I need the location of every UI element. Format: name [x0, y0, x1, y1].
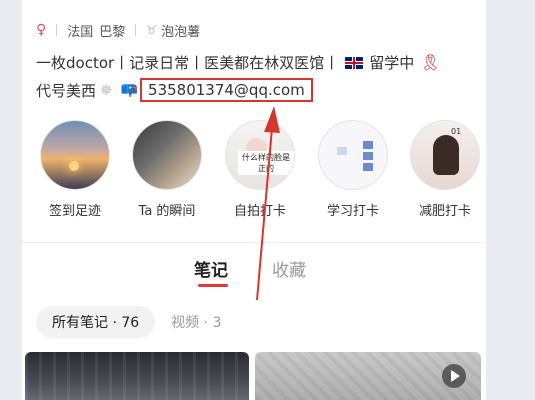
note-filters: 所有笔记 · 76 视频 · 3: [36, 306, 221, 338]
bio-line-2: 代号美西 ✵ 📪 535801374@qq.com: [36, 78, 313, 102]
divider: [135, 24, 137, 36]
play-icon: [442, 364, 466, 388]
highlight-cover: [318, 120, 388, 190]
highlight-cover: 01: [410, 120, 480, 190]
divider: [56, 24, 58, 36]
section-divider: [22, 242, 486, 243]
female-gender-icon: ♀: [36, 22, 47, 38]
highlight-selfie[interactable]: 什么样的脸是正的 自拍打卡: [215, 120, 305, 219]
bio-suffix: 留学中: [369, 54, 415, 72]
highlight-checkin[interactable]: 签到足迹: [30, 120, 120, 219]
mailbox-icon: 📪: [120, 82, 139, 98]
profile-meta-line: ♀ 法国 巴黎 ♉ 泡泡薯: [36, 20, 200, 40]
highlight-cover: 什么样的脸是正的: [225, 120, 295, 190]
filter-video[interactable]: 视频 · 3: [171, 312, 221, 332]
grid-cell: [363, 152, 373, 160]
highlight-label: 减肥打卡: [418, 204, 471, 219]
content-tabs: 笔记 收藏: [22, 256, 486, 290]
country-label: 法国: [67, 24, 94, 40]
highlight-cover: [132, 120, 202, 190]
bio-text: 一枚doctor丨记录日常丨医美都在林双医馆丨: [36, 54, 340, 72]
grid-cell: [363, 141, 373, 149]
city-label: 巴黎: [99, 24, 126, 40]
tab-notes[interactable]: 笔记: [194, 256, 228, 281]
highlights-row: 签到足迹 Ta 的瞬间 什么样的脸是正的 自拍打卡 学习打卡 01 减肥打卡: [22, 120, 486, 220]
bio-line-1: 一枚doctor丨记录日常丨医美都在林双医馆丨 留学中 🎗: [36, 52, 441, 73]
highlight-diet[interactable]: 01 减肥打卡: [400, 120, 486, 219]
grid-cell: [337, 147, 347, 155]
spider-web-icon: ✵: [100, 81, 113, 99]
highlight-label: 自拍打卡: [233, 204, 286, 219]
email-text: 535801374@qq.com: [140, 78, 313, 102]
codename-text: 代号美西: [36, 81, 97, 100]
medal-icon: ♉: [146, 23, 158, 37]
highlight-badge: 01: [451, 127, 462, 136]
profile-card: ♀ 法国 巴黎 ♉ 泡泡薯 一枚doctor丨记录日常丨医美都在林双医馆丨 留学…: [22, 0, 486, 400]
active-tab-indicator: [198, 284, 228, 287]
highlight-moments[interactable]: Ta 的瞬间: [122, 120, 212, 219]
note-thumbnail[interactable]: [25, 352, 249, 400]
highlight-label: 签到足迹: [48, 204, 101, 219]
uk-flag-icon: [345, 56, 364, 69]
highlight-caption: 什么样的脸是正的: [238, 151, 294, 175]
filter-all-notes[interactable]: 所有笔记 · 76: [36, 306, 156, 338]
grid-cell: [363, 163, 373, 171]
highlight-label: Ta 的瞬间: [138, 204, 196, 219]
highlight-cover: [40, 120, 110, 190]
highlight-label: 学习打卡: [326, 204, 379, 219]
badge-label[interactable]: 泡泡薯: [161, 21, 200, 40]
highlight-study[interactable]: 学习打卡: [308, 120, 398, 219]
ribbon-icon: 🎗: [420, 53, 441, 72]
tab-favorites[interactable]: 收藏: [272, 256, 306, 281]
